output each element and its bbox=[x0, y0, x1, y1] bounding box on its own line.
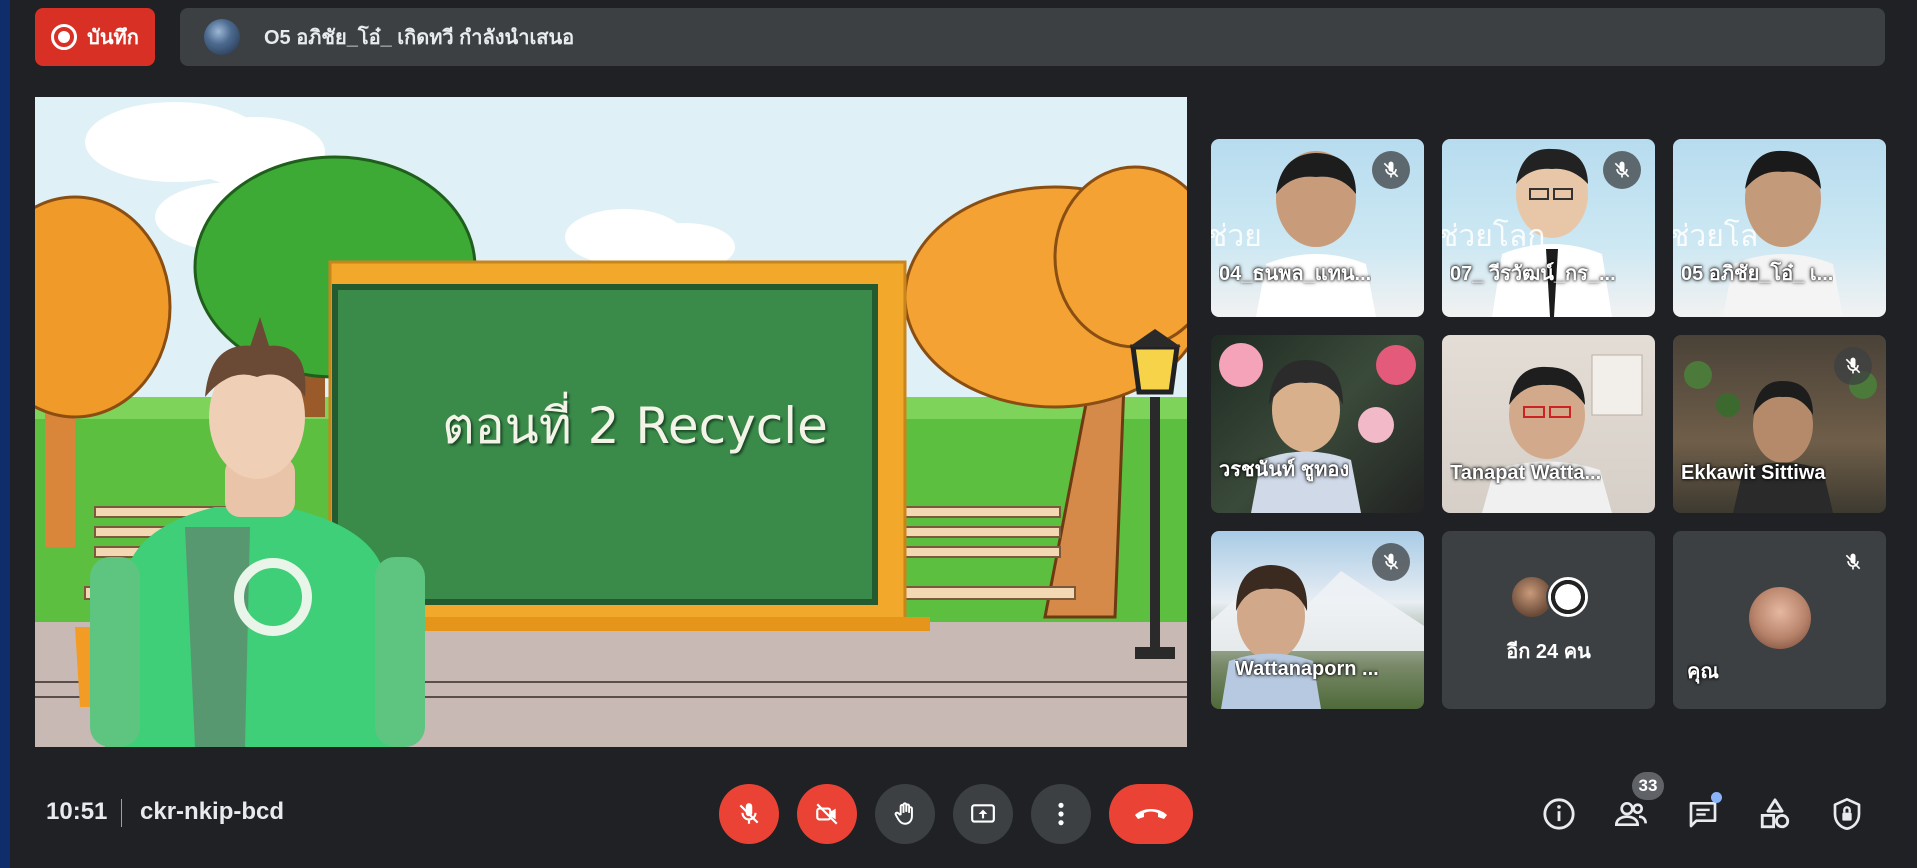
tile-background-text: ช่วยโลก bbox=[1442, 219, 1546, 254]
meeting-code: ckr-nkip-bcd bbox=[140, 798, 285, 825]
slide-scene bbox=[35, 97, 1187, 747]
divider bbox=[121, 799, 122, 827]
people-icon bbox=[1614, 802, 1647, 826]
meeting-clock: 10:51 bbox=[46, 798, 108, 825]
info-icon bbox=[1543, 798, 1575, 830]
window-edge bbox=[0, 0, 10, 868]
participant-video bbox=[1482, 354, 1643, 513]
end-call-icon bbox=[1135, 809, 1167, 819]
participant-avatar bbox=[1546, 575, 1590, 619]
camera-off-icon bbox=[816, 803, 838, 825]
record-button[interactable]: บันทึก bbox=[35, 8, 155, 66]
activities-icon bbox=[1760, 798, 1790, 829]
participant-tile[interactable]: วรชนันท์ ชูทอง bbox=[1211, 335, 1424, 513]
participant-count-badge: 33 bbox=[1632, 772, 1664, 800]
participant-name: 04_ธนพล_แทน... bbox=[1219, 263, 1372, 285]
participant-name: 05 อภิชัย_โอ๋_ เ... bbox=[1681, 263, 1834, 285]
tile-background-text: ช่วย bbox=[1211, 219, 1262, 254]
activities-button[interactable] bbox=[1755, 794, 1795, 834]
host-controls-button[interactable] bbox=[1827, 794, 1867, 834]
more-options-button[interactable] bbox=[1031, 784, 1091, 844]
mic-off-icon bbox=[739, 803, 759, 824]
mic-muted-icon bbox=[1603, 151, 1641, 189]
raise-hand-icon bbox=[894, 802, 913, 825]
presentation-banner: O5 อภิชัย_โอ๋_ เกิดทวี กำลังนำเสนอ bbox=[180, 8, 1885, 66]
camera-toggle-button[interactable] bbox=[797, 784, 857, 844]
record-icon bbox=[51, 24, 78, 50]
self-tile[interactable]: คุณ bbox=[1673, 531, 1886, 709]
present-screen-icon bbox=[971, 804, 995, 823]
participant-tile[interactable]: ช่วยโล 05 อภิชัย_โอ๋_ เ... bbox=[1673, 139, 1886, 317]
mic-muted-icon bbox=[1834, 543, 1872, 581]
more-participants-label: อีก 24 คน bbox=[1506, 641, 1591, 663]
mic-muted-icon bbox=[1372, 543, 1410, 581]
people-button[interactable] bbox=[1611, 794, 1651, 834]
host-controls-icon bbox=[1833, 797, 1861, 830]
raise-hand-button[interactable] bbox=[875, 784, 935, 844]
self-avatar bbox=[1749, 587, 1811, 649]
participant-name: Tanapat Watta... bbox=[1450, 462, 1602, 484]
participant-video bbox=[1219, 343, 1416, 513]
mic-muted-icon bbox=[1372, 151, 1410, 189]
chat-notification-dot bbox=[1711, 792, 1722, 803]
record-label: บันทึก bbox=[87, 27, 139, 49]
participant-name: 07_ วีรวัฒน์_กร_... bbox=[1450, 263, 1616, 285]
participant-name: วรชนันท์ ชูทอง bbox=[1219, 459, 1350, 481]
participant-name: Wattanaporn ... bbox=[1235, 658, 1379, 680]
mic-muted-icon bbox=[1834, 347, 1872, 385]
participant-name: คุณ bbox=[1687, 661, 1719, 683]
tile-background-text: ช่วยโล bbox=[1673, 219, 1759, 254]
mic-toggle-button[interactable] bbox=[719, 784, 779, 844]
presenter-avatar bbox=[204, 19, 240, 55]
meeting-info-button[interactable] bbox=[1539, 794, 1579, 834]
participant-tile[interactable]: Wattanaporn ... bbox=[1211, 531, 1424, 709]
presentation-stage: ตอนที่ 2 Recycle bbox=[35, 97, 1187, 747]
more-options-icon bbox=[1058, 802, 1064, 826]
participant-tile[interactable]: ช่วย 04_ธนพล_แทน... bbox=[1211, 139, 1424, 317]
present-button[interactable] bbox=[953, 784, 1013, 844]
end-call-button[interactable] bbox=[1109, 784, 1193, 844]
participant-tile[interactable]: Ekkawit Sittiwa bbox=[1673, 335, 1886, 513]
presenter-text: O5 อภิชัย_โอ๋_ เกิดทวี กำลังนำเสนอ bbox=[264, 27, 575, 49]
participant-name: Ekkawit Sittiwa bbox=[1681, 462, 1826, 484]
participant-tile[interactable]: Tanapat Watta... bbox=[1442, 335, 1655, 513]
participant-tile[interactable]: ช่วยโลก 07_ วีรวัฒน์_กร_... bbox=[1442, 139, 1655, 317]
more-participants-tile[interactable]: อีก 24 คน bbox=[1442, 531, 1655, 709]
